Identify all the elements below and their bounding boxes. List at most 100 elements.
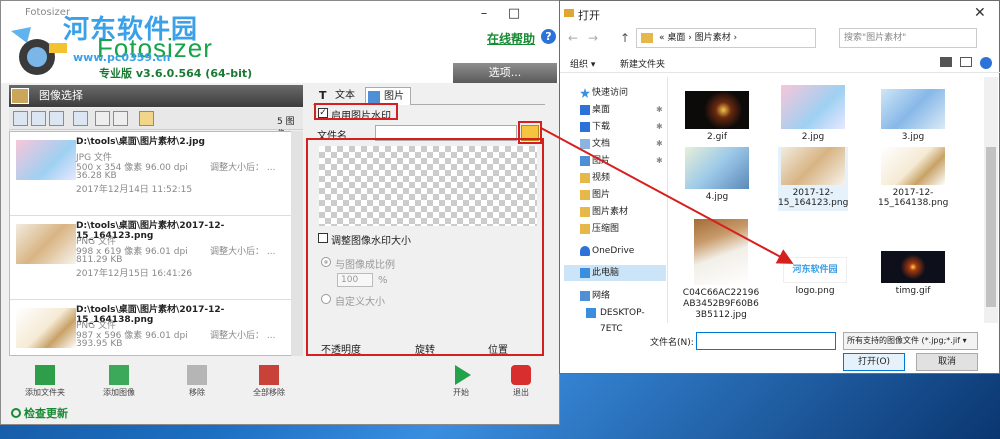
- remove-all-icon: [259, 365, 279, 385]
- watermark-tabs: T 文本 图片: [313, 85, 545, 105]
- file-item-164123[interactable]: 2017-12-15_164123.png: [778, 147, 848, 211]
- address-bar[interactable]: « 桌面 › 图片素材 ›: [636, 28, 816, 48]
- view-thumbnails-icon[interactable]: [31, 111, 46, 126]
- open-button[interactable]: 打开(O): [843, 353, 905, 371]
- forward-arrow-icon[interactable]: →: [588, 31, 598, 45]
- add-folder-icon: [35, 365, 55, 385]
- folder-icon: [580, 207, 590, 217]
- add-folder-button[interactable]: 添加文件夹: [21, 361, 69, 398]
- pin-icon: ✱: [656, 122, 663, 131]
- sidebar-item-image-material[interactable]: 图片素材: [564, 204, 666, 220]
- pin-icon: ✱: [656, 139, 663, 148]
- pictures-icon: [580, 156, 590, 166]
- list-item[interactable]: D:\tools\桌面\图片素材\2.jpg JPG 文件 500 x 354 …: [10, 132, 294, 216]
- thumbnail: [16, 224, 76, 264]
- file-thumbnail: [781, 147, 845, 185]
- logo-thumbnail: 河东软件园: [783, 257, 847, 283]
- file-item-164138[interactable]: 2017-12-15_164138.png: [878, 147, 948, 211]
- check-update-link[interactable]: 检查更新: [11, 405, 68, 421]
- sidebar-item-pictures[interactable]: 图片 ✱: [564, 153, 666, 169]
- file-item-3jpg[interactable]: 3.jpg: [878, 89, 948, 142]
- sidebar-item-network[interactable]: 网络: [564, 288, 666, 304]
- file-thumbnail: [694, 219, 748, 285]
- sidebar-item-quick-access[interactable]: 快速访问: [564, 85, 666, 101]
- file-item-2jpg[interactable]: 2.jpg: [778, 85, 848, 142]
- view-details-icon[interactable]: [13, 111, 28, 126]
- image-list[interactable]: D:\tools\桌面\图片素材\2.jpg JPG 文件 500 x 354 …: [9, 131, 303, 356]
- view-options-icon[interactable]: [940, 57, 952, 67]
- list-item[interactable]: D:\tools\桌面\图片素材\2017-12-15_164123.png P…: [10, 216, 294, 300]
- scroll-thumb[interactable]: [986, 147, 996, 307]
- cancel-button[interactable]: 取消: [916, 353, 978, 371]
- file-list-scrollbar[interactable]: [984, 77, 998, 323]
- options-button[interactable]: 选项...: [453, 63, 557, 83]
- resize-after: 调整大小后： ...: [210, 331, 276, 341]
- new-folder-button[interactable]: 新建文件夹: [620, 57, 665, 70]
- view-grid-icon[interactable]: [73, 111, 88, 126]
- remove-button[interactable]: 移除: [173, 361, 221, 398]
- sidebar-item-compressed[interactable]: 压缩图: [564, 221, 666, 237]
- filename-input[interactable]: [696, 332, 836, 350]
- file-thumbnail: [685, 91, 749, 129]
- filename-label: 文件名(N):: [650, 338, 694, 348]
- file-thumbnail: [781, 85, 845, 129]
- help-icon[interactable]: ?: [541, 29, 556, 44]
- file-size: 393.95 KB: [76, 339, 123, 349]
- close-button[interactable]: ✕: [974, 5, 986, 21]
- start-button[interactable]: 开始: [437, 361, 485, 398]
- search-input[interactable]: 搜索"图片素材": [839, 28, 977, 48]
- folder-icon: [580, 190, 590, 200]
- back-arrow-icon[interactable]: ←: [568, 31, 578, 45]
- dialog-title: 打开: [578, 9, 600, 22]
- version-label: 专业版 v3.6.0.564 (64-bit): [99, 67, 253, 80]
- maximize-button[interactable]: □: [499, 5, 529, 23]
- dialog-icon: [564, 9, 574, 17]
- file-item-c04c[interactable]: C04C66AC22196AB3452B9F60B63B5112.jpg: [682, 219, 760, 321]
- view-list-icon[interactable]: [49, 111, 64, 126]
- file-item-logo[interactable]: 河东软件园 logo.png: [780, 257, 850, 296]
- filetype-select[interactable]: 所有支持的图像文件 (*.jpg;*.jif ▾: [843, 332, 978, 350]
- sidebar-item-this-pc[interactable]: 此电脑: [564, 265, 666, 281]
- preview-pane-icon[interactable]: [960, 57, 972, 67]
- remove-all-button[interactable]: 全部移除: [245, 361, 293, 398]
- image-edit-icon[interactable]: [139, 111, 154, 126]
- picture-icon: [368, 91, 380, 103]
- file-path: D:\tools\桌面\图片素材\2.jpg: [76, 137, 205, 147]
- sidebar-item-onedrive[interactable]: OneDrive: [564, 243, 666, 259]
- power-icon: [511, 365, 531, 385]
- file-item-2gif[interactable]: 2.gif: [682, 91, 752, 142]
- sidebar-item-desktop-pc[interactable]: DESKTOP-7ETC: [564, 305, 666, 334]
- open-file-dialog: 打开 ✕ ← → ↑ « 桌面 › 图片素材 › 搜索"图片素材" 组织 ▾ 新…: [559, 0, 1000, 374]
- file-item-4jpg[interactable]: 4.jpg: [682, 147, 752, 202]
- online-help-link[interactable]: 在线帮助: [487, 30, 535, 47]
- text-icon: T: [319, 89, 327, 102]
- resize-after: 调整大小后： ...: [210, 247, 276, 257]
- remove-icon: [187, 365, 207, 385]
- exit-button[interactable]: 退出: [497, 361, 545, 398]
- file-item-timg[interactable]: timg.gif: [878, 251, 948, 296]
- sidebar-item-videos[interactable]: 视频: [564, 170, 666, 186]
- sidebar-item-documents[interactable]: 文档 ✱: [564, 136, 666, 152]
- sidebar-item-downloads[interactable]: 下载 ✱: [564, 119, 666, 135]
- rotate-left-icon[interactable]: [95, 111, 110, 126]
- rotate-right-icon[interactable]: [113, 111, 128, 126]
- file-date: 2017年12月15日 16:41:26: [76, 269, 193, 279]
- minimize-button[interactable]: –: [469, 5, 499, 23]
- sidebar-item-desktop[interactable]: 桌面 ✱: [564, 102, 666, 118]
- add-image-button[interactable]: 添加图像: [95, 361, 143, 398]
- file-thumbnail: [881, 89, 945, 129]
- list-toolbar: 5 图像: [9, 108, 303, 140]
- list-scrollbar[interactable]: [291, 131, 303, 356]
- cloud-icon: [580, 246, 590, 256]
- play-icon: [455, 365, 471, 385]
- organize-button[interactable]: 组织 ▾: [570, 57, 595, 70]
- file-size: 811.29 KB: [76, 255, 123, 265]
- help-icon[interactable]: [980, 57, 992, 69]
- sidebar-item-images[interactable]: 图片: [564, 187, 666, 203]
- list-item[interactable]: D:\tools\桌面\图片素材\2017-12-15_164138.png P…: [10, 300, 294, 355]
- highlight-settings: [306, 138, 544, 356]
- resize-after: 调整大小后： ...: [210, 163, 276, 173]
- up-arrow-icon[interactable]: ↑: [620, 31, 630, 45]
- fotosizer-window: Fotosizer – □ 河东软件园 Fotosizer www.pc0359…: [0, 0, 560, 425]
- folder-icon: [580, 224, 590, 234]
